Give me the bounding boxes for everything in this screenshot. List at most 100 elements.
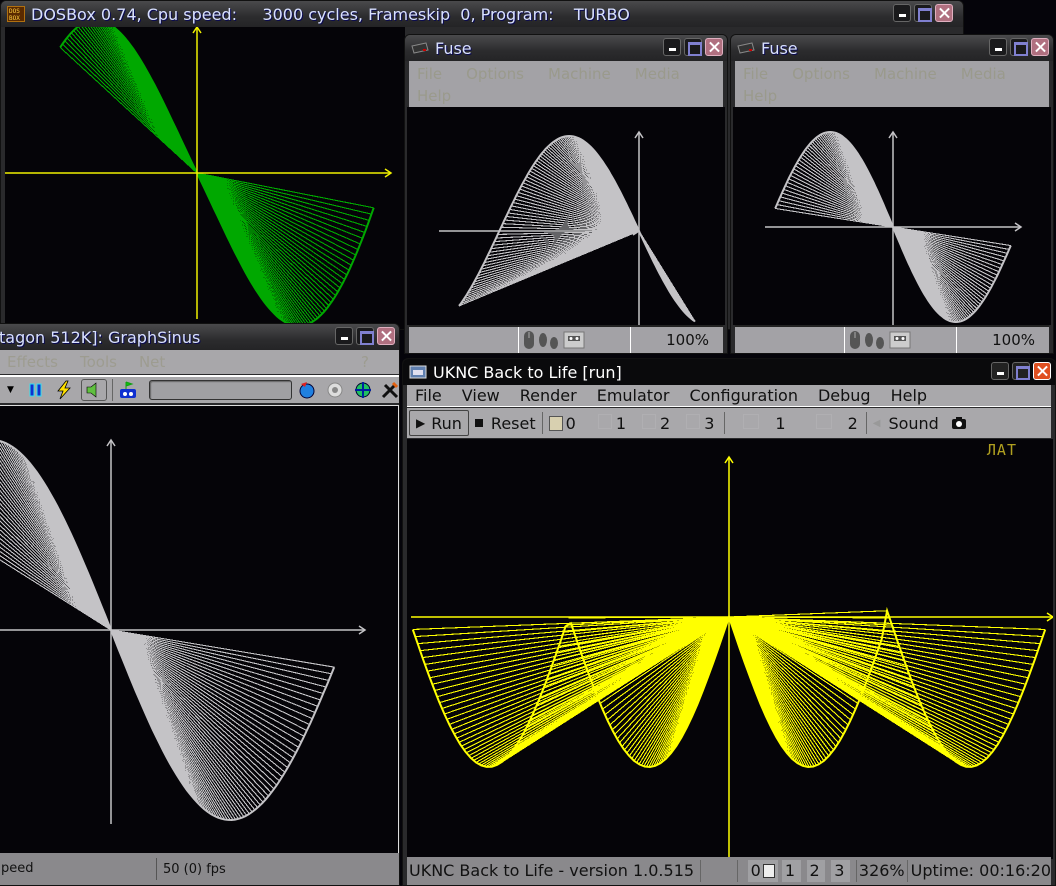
hdd-icon	[743, 413, 760, 429]
mouse-icon	[524, 331, 534, 349]
floppy-drive-1[interactable]: 1	[597, 413, 626, 433]
sound-toggle-button[interactable]	[81, 379, 107, 401]
menu-net[interactable]: Net	[139, 353, 165, 371]
sine-fan	[458, 134, 696, 323]
dosbox-screen[interactable]	[5, 27, 405, 329]
menu-help[interactable]: ?	[361, 350, 369, 374]
menu-help[interactable]: Help	[891, 386, 927, 405]
fuse-graph	[765, 130, 1023, 325]
menu-tools[interactable]: Tools	[80, 353, 117, 371]
hdd-label: 2	[847, 413, 858, 433]
menu-file[interactable]: File	[415, 386, 442, 405]
menu-debug[interactable]: Debug	[818, 386, 871, 405]
svg-text:DOS: DOS	[9, 8, 20, 15]
minimize-button[interactable]	[663, 38, 681, 56]
pentagon-window: tagon 512K]: GraphSinus Effects Tools Net?…	[0, 323, 400, 886]
play-icon: ▶	[416, 416, 426, 430]
hard-drive-2[interactable]: 2	[815, 413, 858, 433]
fuse-screen[interactable]	[407, 107, 725, 325]
status-icons	[845, 327, 957, 353]
dosbox-app-icon: DOS BOX	[7, 6, 25, 22]
fuse-window-right: Fuse File Options Machine Media Help 100%	[730, 34, 1054, 354]
maximize-button[interactable]	[1010, 38, 1028, 56]
turbo-lightning-icon[interactable]	[54, 380, 74, 400]
menu-media[interactable]: Media	[961, 65, 1006, 83]
floppy-icon	[686, 413, 701, 429]
floppy-drive-3[interactable]: 3	[686, 413, 714, 433]
menu-file[interactable]: File	[743, 65, 768, 83]
hard-drive-1[interactable]: 1	[743, 413, 786, 433]
pentagon-screen[interactable]	[0, 405, 399, 855]
tape-icon	[889, 331, 911, 349]
fan-line	[110, 629, 283, 778]
maximize-button[interactable]	[914, 4, 932, 22]
maximize-button[interactable]	[684, 38, 702, 56]
close-button[interactable]	[705, 38, 723, 56]
menu-help[interactable]: Help	[417, 87, 451, 105]
drive-label: 1	[615, 413, 626, 433]
menu-configuration[interactable]: Configuration	[689, 386, 798, 405]
fuse-menubar: File Options Machine Media Help	[735, 61, 1049, 109]
mouse-icon	[850, 331, 860, 349]
menu-file[interactable]: File	[417, 65, 442, 83]
sound-label: Sound	[888, 413, 939, 433]
tape-recorder-icon[interactable]	[118, 381, 138, 399]
target-icon[interactable]	[354, 381, 372, 399]
sine-fan	[59, 27, 375, 327]
status-speed: peed	[0, 858, 157, 880]
speaker-icon	[86, 382, 97, 398]
maximize-button[interactable]	[1012, 362, 1030, 380]
menu-render[interactable]: Render	[520, 386, 577, 405]
floppy-icon	[642, 413, 656, 429]
close-button[interactable]	[1031, 38, 1049, 56]
menu-options[interactable]: Options	[792, 65, 850, 83]
svg-text:BOX: BOX	[9, 15, 20, 22]
menu-view[interactable]: View	[462, 386, 500, 405]
fuse-screen[interactable]	[733, 107, 1051, 325]
floppy-drive-2[interactable]: 2	[642, 413, 671, 433]
tools-icon[interactable]	[381, 381, 399, 399]
drive-label: 2	[660, 413, 671, 433]
dropdown-arrow-icon[interactable]: ▼	[7, 385, 14, 395]
menu-effects[interactable]: Effects	[7, 353, 58, 371]
uknc-screen[interactable]: ЛАТ	[407, 439, 1053, 859]
fuse-window-left: Fuse File Options Machine Media Help 100%	[404, 34, 728, 354]
menu-options[interactable]: Options	[466, 65, 524, 83]
run-button[interactable]: ▶ Run	[409, 410, 469, 436]
minimize-button[interactable]	[991, 362, 1009, 380]
pentagon-titlebar[interactable]: tagon 512K]: GraphSinus	[0, 324, 399, 350]
maximize-button[interactable]	[356, 327, 374, 345]
dosbox-title: DOSBox 0.74, Cpu speed: 3000 cycles, Fra…	[31, 4, 630, 24]
pause-icon[interactable]	[28, 383, 44, 397]
minimize-button[interactable]	[893, 4, 911, 22]
close-button[interactable]	[377, 327, 395, 345]
uknc-title: UKNC Back to Life [run]	[433, 362, 622, 382]
pentagon-statusbar: peed 50 (0) fps	[0, 853, 399, 885]
run-label: Run	[431, 413, 462, 433]
uknc-titlebar[interactable]: UKNC Back to Life [run]	[403, 359, 1055, 385]
fan-line	[196, 172, 339, 293]
minimize-button[interactable]	[335, 327, 353, 345]
menu-machine[interactable]: Machine	[548, 65, 611, 83]
uknc-statusbar: UKNC Back to Life - version 1.0.515 0 1 …	[407, 857, 1051, 885]
pentagon-toolbar: ▼	[0, 375, 399, 403]
close-button[interactable]	[1033, 362, 1051, 380]
menu-help[interactable]: Help	[743, 87, 777, 105]
minimize-button[interactable]	[989, 38, 1007, 56]
floppy-drive-0[interactable]: 0	[548, 414, 576, 433]
fan-line	[638, 230, 696, 322]
settings-gear-icon[interactable]	[326, 381, 344, 399]
floppy-icon	[548, 415, 563, 431]
fan-line	[728, 610, 888, 618]
menu-media[interactable]: Media	[635, 65, 680, 83]
menu-emulator[interactable]: Emulator	[597, 386, 670, 405]
menu-machine[interactable]: Machine	[874, 65, 937, 83]
fuse-titlebar[interactable]: Fuse	[731, 35, 1053, 61]
fuse-titlebar[interactable]: Fuse	[405, 35, 727, 61]
reset-button[interactable]: Reset	[474, 414, 536, 433]
rewind-globe-icon[interactable]	[298, 381, 316, 399]
camera-icon[interactable]	[951, 416, 967, 430]
dosbox-titlebar[interactable]: DOS BOX DOSBox 0.74, Cpu speed: 3000 cyc…	[1, 1, 963, 27]
close-button[interactable]	[935, 4, 953, 22]
sound-button[interactable]: ◀ Sound	[873, 414, 939, 433]
